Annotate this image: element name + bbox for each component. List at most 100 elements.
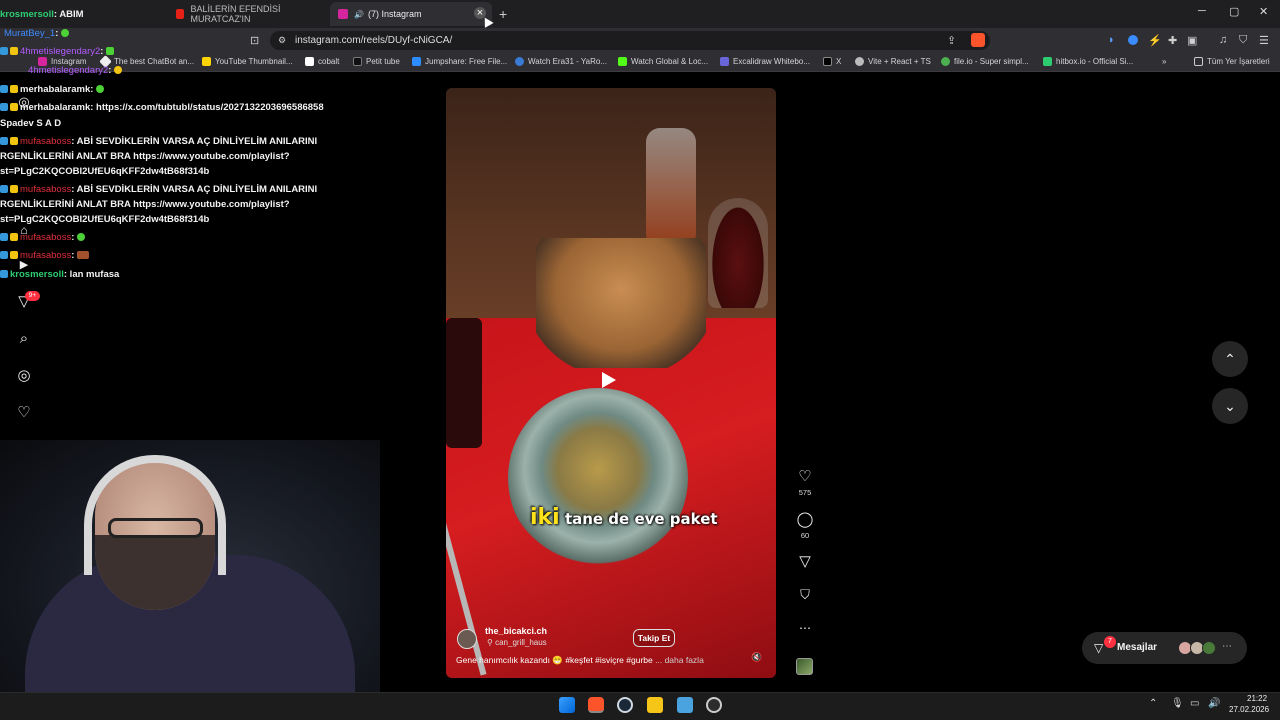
microphone-icon[interactable]: 🎙 (1171, 698, 1184, 709)
extension-icon[interactable]: ⚡ (1148, 34, 1162, 47)
play-icon[interactable] (602, 372, 616, 388)
menu-icon[interactable]: ☰ (1259, 34, 1269, 47)
chat-text: : ABİ SEVDİKLERİN VARSA AÇ DİNLİYELİM AN… (71, 184, 318, 195)
notifications-badge: 9+ (25, 291, 40, 301)
emote-icon (114, 66, 123, 75)
all-bookmarks-button[interactable]: Tüm Yer İşaretleri (1194, 57, 1270, 66)
reels-icon[interactable]: ▶ (16, 257, 32, 273)
more-options-icon[interactable]: ⋯ (796, 621, 814, 635)
minimize-button[interactable]: ─ (1198, 5, 1206, 17)
bookmark-fileio[interactable]: file.io - Super simpl... (941, 57, 1029, 66)
share-icon[interactable]: ⇪ (947, 34, 956, 47)
bookmark-petit-tube[interactable]: Petit tube (353, 57, 400, 66)
badge-icon (0, 103, 8, 112)
mute-icon[interactable]: 🔇 (751, 652, 762, 663)
bookmark-era31[interactable]: Watch Era31 - YaRo... (515, 57, 607, 66)
tray-overflow-icon[interactable]: ⌃ (1149, 698, 1157, 709)
maximize-button[interactable]: ▢ (1229, 5, 1239, 18)
sidebar-toggle-icon[interactable]: ▣ (1187, 34, 1197, 47)
chat-username: krosmersoll (0, 9, 54, 20)
wallet-icon[interactable]: ⛉ (1239, 34, 1247, 47)
bookmark-x[interactable]: X (823, 57, 841, 66)
volume-icon[interactable]: 🔊 (1208, 698, 1220, 709)
bookmark-youtube-thumbnail[interactable]: YouTube Thumbnail... (202, 57, 293, 66)
heart-icon[interactable]: ♡ (16, 405, 32, 421)
network-icon[interactable]: ▭ (1190, 698, 1199, 709)
more-dots-icon: ⋯ (1222, 641, 1232, 652)
badge-icon (10, 85, 18, 94)
photos-app-icon[interactable] (677, 697, 693, 713)
bookmark-cobalt[interactable]: cobalt (305, 57, 339, 66)
leo-ai-icon[interactable]: ◗ (1108, 34, 1115, 46)
share-icon[interactable]: ▽ (796, 552, 814, 570)
close-window-button[interactable]: ✕ (1259, 5, 1268, 18)
bookmark-page-icon[interactable]: ⊡ (250, 34, 259, 47)
fileio-icon (941, 57, 950, 66)
bookmark-label: Watch Era31 - YaRo... (528, 57, 607, 66)
steam-icon[interactable] (617, 697, 633, 713)
follow-button[interactable]: Takip Et (633, 629, 675, 647)
chat-message: 4hmetislegendary2: (0, 46, 116, 57)
caption-more-link[interactable]: ... daha fazla (655, 655, 704, 665)
tab-instagram[interactable]: 🔊 (7) Instagram × (330, 2, 492, 26)
tab-youtube[interactable]: BALİLERİN EFENDİSİ MURATCAZ'IN (168, 2, 320, 26)
messages-button[interactable]: ▽ 7 Mesajlar ⋯ (1082, 632, 1247, 664)
search-icon[interactable]: ⌕ (16, 331, 32, 347)
comment-icon[interactable]: ◯ (796, 510, 814, 528)
bookmark-vite[interactable]: Vite + React + TS (855, 57, 931, 66)
bookmark-label: X (836, 57, 842, 66)
previous-reel-button[interactable]: ⌃ (1212, 341, 1248, 377)
chat-message: Spadev S A D (0, 118, 61, 129)
x-icon (823, 57, 832, 66)
badge-icon (0, 251, 8, 260)
bookmark-excalidraw[interactable]: Excalidraw Whitebo... (720, 57, 810, 66)
badge-icon (0, 137, 8, 146)
folder-icon (1194, 57, 1203, 66)
emote-icon (77, 251, 90, 260)
like-count: 575 (798, 488, 812, 497)
save-icon[interactable]: ⛉ (796, 587, 814, 603)
bookmarks-overflow-button[interactable]: » (1162, 57, 1166, 66)
next-reel-button[interactable]: ⌄ (1212, 388, 1248, 424)
jumpshare-icon (412, 57, 421, 66)
chat-text: : (55, 28, 59, 39)
clock-time[interactable]: 21:22 (1247, 694, 1267, 703)
clock-date[interactable]: 27.02.2026 (1229, 705, 1269, 714)
vpn-icon[interactable] (1128, 35, 1138, 45)
petit-tube-icon (353, 57, 362, 66)
post-caption[interactable]: Gene hanımcılık kazandı 😁 #keşfet #isviç… (456, 655, 704, 666)
audio-thumbnail[interactable] (796, 658, 813, 675)
bookmark-jumpshare[interactable]: Jumpshare: Free File... (412, 57, 507, 66)
obs-icon[interactable] (706, 697, 722, 713)
brave-browser-icon[interactable] (588, 697, 604, 713)
bookmark-kick[interactable]: Watch Global & Loc... (618, 57, 708, 66)
brave-shields-icon[interactable] (971, 33, 985, 47)
author-avatar[interactable] (457, 629, 477, 649)
like-icon[interactable]: ♡ (796, 467, 814, 485)
media-control-icon[interactable]: ♫ (1219, 34, 1227, 46)
explore-icon[interactable]: ◎ (16, 368, 32, 384)
person-icon: ⚲ (487, 638, 496, 647)
bookmark-hitbox[interactable]: hitbox.io - Official Si... (1043, 57, 1133, 66)
new-tab-button[interactable]: + (499, 6, 507, 22)
home-icon[interactable]: ⌂ (16, 222, 32, 238)
chat-message: mufasaboss: ABİ SEVDİKLERİN VARSA AÇ DİN… (0, 184, 317, 195)
chat-username: 4hmetislegendary2 (28, 65, 109, 76)
video-caption-overlay: iki tane de eve paket (530, 505, 718, 530)
chat-username: 4hmetislegendary2 (20, 46, 101, 57)
caption-highlight: iki (530, 505, 560, 530)
author-username[interactable]: the_bicakci.ch (485, 626, 547, 636)
chat-text: : (90, 84, 94, 95)
audio-label[interactable]: ⚲ can_grill_haus (487, 638, 547, 647)
extensions-puzzle-icon[interactable]: ✚ (1168, 34, 1177, 47)
windows-start-icon[interactable] (559, 697, 575, 713)
instagram-logo-icon[interactable]: ◎ (16, 94, 32, 110)
chat-text: Spadev S A D (0, 118, 62, 129)
bookmark-label: YouTube Thumbnail... (215, 57, 293, 66)
url-input[interactable]: instagram.com/reels/DUyf-cNiGCA/ (270, 31, 990, 50)
site-settings-icon[interactable]: ⚙ (278, 35, 286, 46)
badge-icon (0, 85, 8, 94)
bookmark-label: The best ChatBot an... (114, 57, 195, 66)
file-explorer-icon[interactable] (647, 697, 663, 713)
chat-text: : (108, 65, 112, 76)
